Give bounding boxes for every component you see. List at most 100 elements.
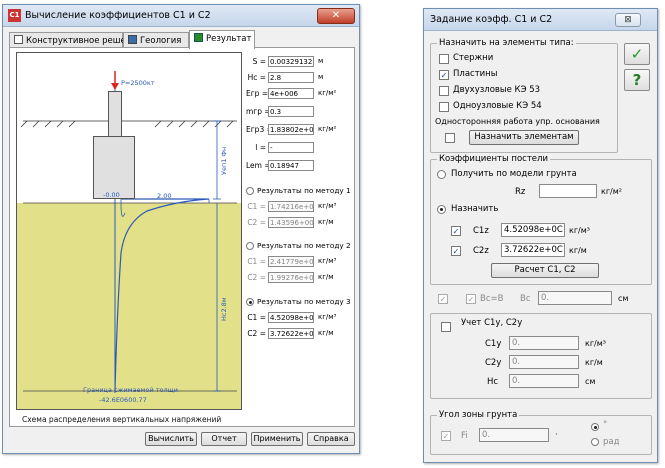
fi-label: Fi	[461, 431, 468, 441]
rad-label: рад	[603, 437, 620, 447]
method-1-c2-field[interactable]: 1.43596+008	[268, 217, 314, 228]
c1y-label: C1y	[485, 339, 502, 349]
method-1-radio[interactable]	[246, 187, 254, 195]
rods-checkbox[interactable]	[439, 54, 449, 64]
one-side-checkbox[interactable]	[445, 133, 455, 143]
fi-input[interactable]: 0.	[479, 428, 549, 442]
c2y-input[interactable]: 0.	[509, 355, 579, 369]
apply-button[interactable]: Применить	[251, 432, 303, 446]
tab-result[interactable]: Результат	[189, 30, 255, 49]
boundary-value: -42.6E0600.77	[99, 396, 147, 404]
plates-checkbox[interactable]: ✓	[439, 70, 449, 80]
hc-unit: см	[585, 377, 596, 386]
bc-eq-checkbox[interactable]: ✓	[466, 294, 476, 304]
method-3-c2-field[interactable]: 3.72622e+0С	[268, 328, 314, 339]
assign-label: Назначить	[451, 204, 499, 214]
deg-radio[interactable]	[591, 423, 599, 431]
result-fields: S = 0.00329132 м Hc = 2.8 м Егр = 4e+006…	[246, 56, 351, 339]
deg-label: °	[603, 420, 608, 430]
help-button-2[interactable]: ?	[624, 69, 650, 91]
bc-label: Bc	[520, 294, 531, 304]
diagram-lines	[20, 71, 237, 393]
method-2-radio[interactable]	[246, 242, 254, 250]
tab-construction[interactable]: Конструктивное решение	[9, 32, 142, 48]
c1y-c2y-checkbox[interactable]	[441, 322, 451, 332]
assign-radio[interactable]	[437, 205, 446, 214]
rz-unit: кг/м²	[601, 187, 622, 196]
soil-angle-title: Угол зоны грунта	[437, 410, 520, 420]
rad-radio[interactable]	[591, 438, 599, 446]
coefficients-group: Коэффициенты постели Получить по модели …	[430, 154, 652, 285]
c2z-checkbox[interactable]: ✓	[451, 246, 461, 256]
result-panel: P=2500кт -0.00 2.00 Уеп1 Фн Нс2.8м Грани…	[9, 47, 355, 427]
tab-geology[interactable]: Геология	[123, 32, 189, 48]
rz-label: Rz	[515, 187, 526, 197]
boundary-label: Граница сжимаемой толщи	[83, 386, 178, 394]
from-model-label: Получить по модели грунта	[451, 169, 577, 179]
c2z-label: C2z	[473, 246, 489, 256]
title-bar: C1 Вычисление коэффициентов C1 и C2 ✕	[3, 5, 359, 27]
diagram-caption: Схема распределения вертикальных напряже…	[22, 415, 222, 424]
level-label: -0.00	[103, 191, 120, 199]
one-node-label: Одноузловые КЭ 54	[453, 101, 542, 111]
close-button-2[interactable]: ⊠	[615, 13, 641, 27]
method-2-c1-field[interactable]: 2.41779e+0С	[268, 256, 314, 267]
mgr-field[interactable]: 0.3	[268, 106, 314, 117]
report-button[interactable]: Отчет	[201, 432, 247, 446]
method-3-c1-field[interactable]: 4.52098e+0С	[268, 312, 314, 323]
c1z-input[interactable]: 4.52098e+0С	[501, 223, 565, 237]
close-button[interactable]: ✕	[317, 8, 355, 24]
height-label-1: Уеп1 Фн	[220, 146, 228, 175]
window-title: Вычисление коэффициентов C1 и C2	[25, 10, 211, 21]
plates-label: Пластины	[453, 69, 498, 79]
c2y-unit: кг/м	[585, 358, 603, 367]
c1z-label: C1z	[473, 226, 489, 236]
stress-diagram: P=2500кт -0.00 2.00 Уеп1 Фн Нс2.8м Грани…	[16, 52, 242, 410]
c1z-checkbox[interactable]: ✓	[451, 226, 461, 236]
assign-elements-button[interactable]: Назначить элементам	[469, 130, 579, 145]
height-label-2: Нс2.8м	[220, 297, 228, 321]
load-label: P=2500кт	[121, 79, 155, 87]
egr-field[interactable]: 4e+006	[268, 88, 314, 99]
one-side-label: Односторонняя работа упр. основания	[435, 117, 600, 126]
c2z-input[interactable]: 3.72622e+0С	[501, 243, 565, 257]
bc-eq-label: Bc=B	[480, 294, 504, 304]
from-model-radio[interactable]	[437, 170, 446, 179]
lem-field[interactable]: 0.18947	[268, 160, 314, 171]
foundation	[93, 136, 135, 199]
bc-input[interactable]: 0.	[538, 291, 612, 305]
soil-angle-group: Угол зоны грунта ✓ Fi 0. · ° рад	[430, 410, 652, 455]
element-types-title: Назначить на элементы типа:	[437, 38, 576, 48]
rods-label: Стержни	[453, 53, 494, 63]
two-node-checkbox[interactable]	[439, 86, 449, 96]
fi-dot: ·	[555, 430, 558, 439]
bc-checkbox[interactable]: ✓	[438, 294, 448, 304]
set-coefficients-window: Задание коэфф. C1 и C2 ⊠ Назначить на эл…	[423, 8, 658, 463]
c1y-input[interactable]: 0.	[509, 336, 579, 350]
calc-c1-c2-button[interactable]: Расчет C1, C2	[491, 263, 599, 278]
column	[108, 91, 122, 138]
element-types-group: Назначить на элементы типа: Стержни ✓ Пл…	[430, 38, 618, 153]
title-bar-2: Задание коэфф. C1 и C2 ⊠	[424, 9, 657, 31]
method-3-radio[interactable]	[246, 298, 254, 306]
ok-button[interactable]: ✓	[624, 43, 650, 65]
geology-icon	[128, 35, 137, 44]
hc-input[interactable]: 0.	[509, 374, 579, 388]
hc-field[interactable]: 2.8	[268, 72, 314, 83]
l-field[interactable]: -	[268, 142, 314, 153]
method-1-c1-field[interactable]: 1.74216e+0С	[268, 201, 314, 212]
egr3-field[interactable]: 1.83802e+0С	[268, 124, 314, 135]
c1y-c2y-group: Учет C1y, C2y C1y 0. кг/м³ C2y 0. кг/м H…	[430, 313, 652, 399]
angle-checkbox[interactable]: ✓	[441, 431, 451, 441]
c1y-unit: кг/м³	[585, 339, 606, 348]
depth-label: 2.00	[157, 192, 172, 200]
rz-input[interactable]	[539, 184, 597, 198]
result-icon	[194, 33, 203, 42]
s-field[interactable]: 0.00329132	[268, 56, 314, 67]
c1y-c2y-title: Учет C1y, C2y	[461, 318, 523, 328]
calc-button[interactable]: Вычислить	[145, 432, 197, 446]
one-node-checkbox[interactable]	[439, 102, 449, 112]
help-button[interactable]: Справка	[307, 432, 355, 446]
method-2-c2-field[interactable]: 1.99276e+0С	[268, 272, 314, 283]
c2z-unit: кг/м	[569, 246, 587, 255]
